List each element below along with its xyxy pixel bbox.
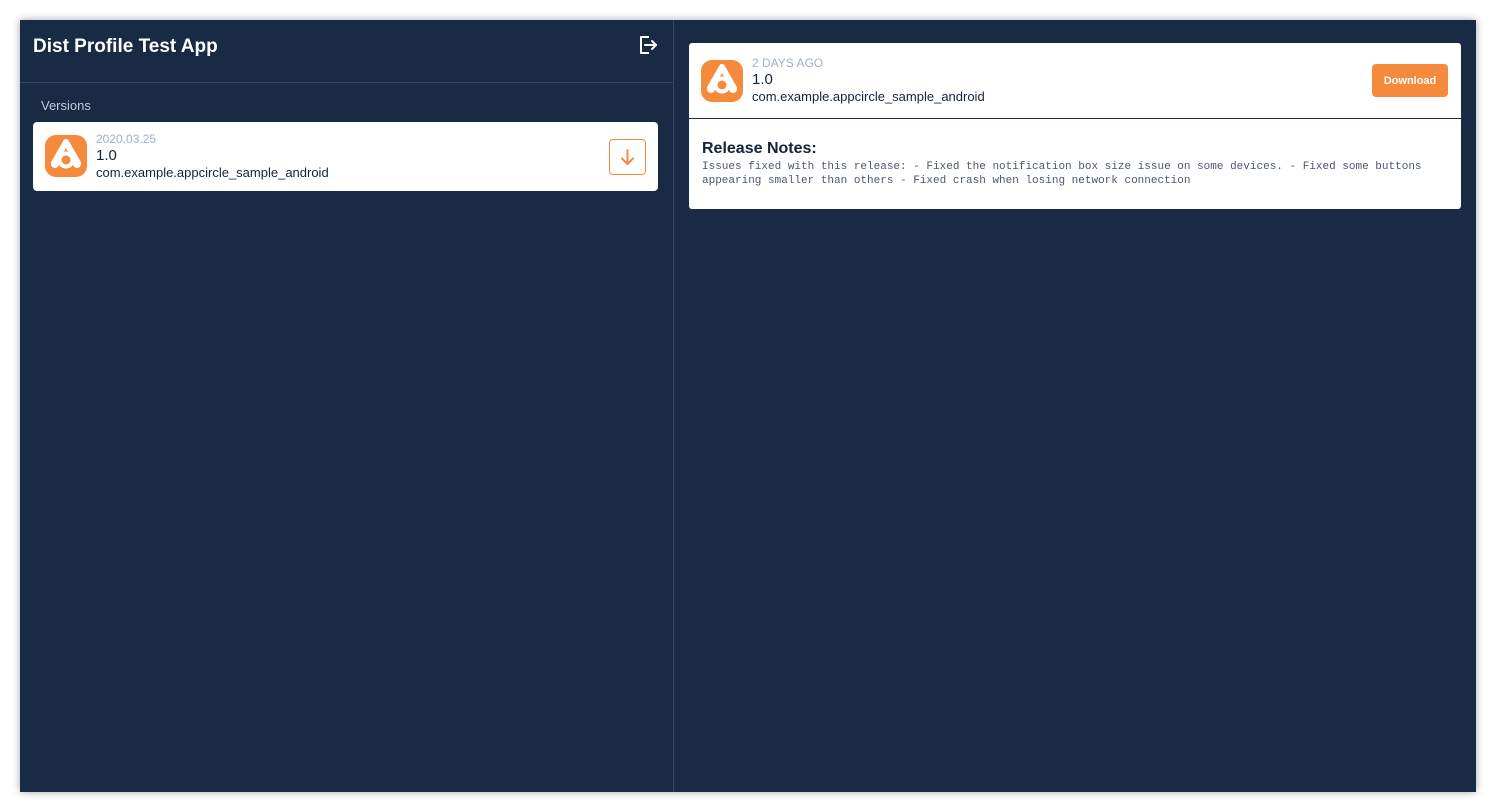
logout-icon[interactable] [637, 34, 659, 56]
version-number: 1.0 [96, 147, 117, 164]
download-arrow-icon [621, 149, 634, 165]
versions-label: Versions [41, 98, 91, 113]
release-notes-title: Release Notes: [702, 140, 817, 157]
panel-header: Dist Profile Test App [20, 20, 673, 83]
download-version-button[interactable] [609, 139, 646, 175]
detail-version-number: 1.0 [752, 71, 773, 88]
app-logo-icon [45, 135, 87, 177]
version-detail-card: 2 DAYS AGO 1.0 com.example.appcircle_sam… [689, 43, 1461, 209]
download-button[interactable]: Download [1372, 64, 1448, 97]
versions-panel: Dist Profile Test App Versions 2020.03.2… [20, 20, 674, 792]
app-title: Dist Profile Test App [33, 36, 218, 57]
app-logo-icon [701, 60, 743, 102]
detail-header: 2 DAYS AGO 1.0 com.example.appcircle_sam… [689, 43, 1461, 119]
version-date: 2020.03.25 [96, 132, 157, 146]
package-name: com.example.appcircle_sample_android [96, 165, 329, 180]
detail-panel: 2 DAYS AGO 1.0 com.example.appcircle_sam… [674, 20, 1476, 792]
release-time-ago: 2 DAYS AGO [752, 56, 824, 70]
app-window: Dist Profile Test App Versions 2020.03.2… [20, 20, 1476, 792]
release-notes-text: Issues fixed with this release: - Fixed … [702, 161, 1422, 187]
version-list-item[interactable]: 2020.03.25 1.0 com.example.appcircle_sam… [33, 122, 658, 191]
detail-package-name: com.example.appcircle_sample_android [752, 89, 985, 104]
